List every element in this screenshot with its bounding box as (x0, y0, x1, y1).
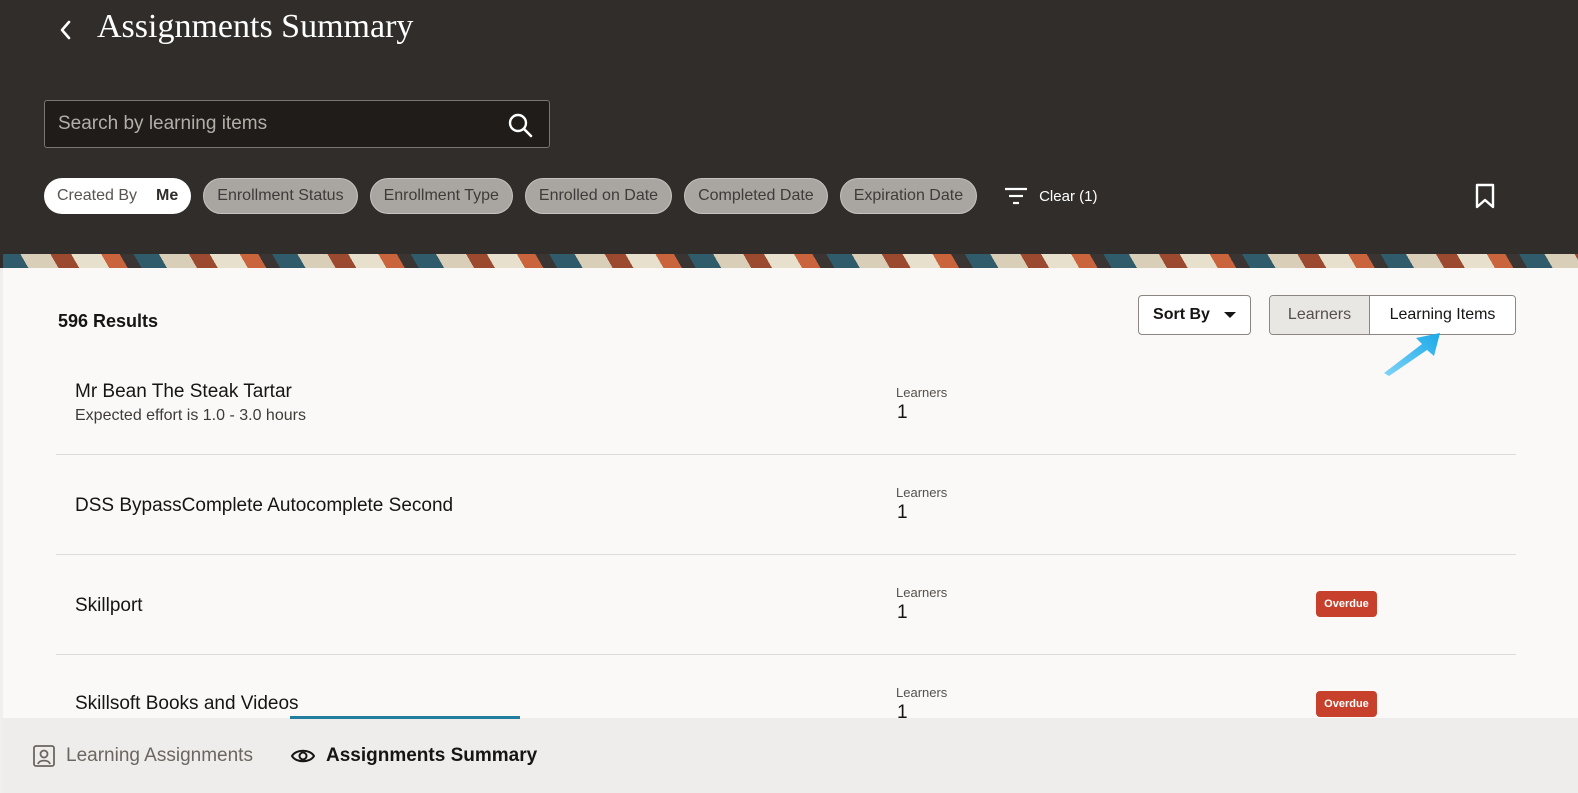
item-title[interactable]: Skillport (75, 595, 143, 617)
list-item[interactable]: Skillport Learners 1 Overdue (56, 555, 1516, 655)
chip-completed-date[interactable]: Completed Date (684, 178, 828, 214)
learners-label: Learners (896, 385, 948, 400)
chip-value: Me (156, 187, 179, 204)
page-title: Assignments Summary (97, 8, 414, 45)
chip-expiration-date[interactable]: Expiration Date (839, 178, 978, 214)
bottom-navigation: Learning Assignments Assignments Summary (3, 716, 1578, 793)
search-icon[interactable] (507, 112, 533, 138)
clear-filters-label: Clear (1) (1039, 187, 1098, 205)
chip-enrolled-on-date[interactable]: Enrolled on Date (524, 178, 673, 214)
learners-label: Learners (896, 485, 948, 500)
status-badge: Overdue (1316, 691, 1377, 717)
results-panel: 596 Results Sort By Learners Learning It… (3, 268, 1578, 723)
page-header: Assignments Summary Created By Me Enroll… (0, 0, 1578, 268)
learning-items-list: Mr Bean The Steak Tartar Expected effort… (56, 355, 1516, 755)
learners-label: Learners (896, 685, 948, 700)
chip-label: Created By (57, 187, 138, 204)
learners-count: 1 (897, 602, 908, 623)
bookmark-icon[interactable] (1474, 183, 1496, 209)
clear-filters-button[interactable]: Clear (1) (1003, 185, 1097, 207)
item-title[interactable]: Skillsoft Books and Videos (75, 693, 299, 715)
filter-icon (1005, 187, 1028, 205)
list-item[interactable]: Mr Bean The Steak Tartar Expected effort… (56, 355, 1516, 455)
nav-assignments-summary[interactable]: Assignments Summary (290, 718, 537, 793)
eye-icon (290, 749, 316, 762)
decorative-banner (3, 254, 1578, 268)
chevron-left-icon (60, 20, 71, 40)
chip-enrollment-status[interactable]: Enrollment Status (203, 178, 358, 214)
search-box (44, 100, 550, 148)
nav-label: Learning Assignments (66, 744, 253, 766)
item-subtitle: Expected effort is 1.0 - 3.0 hours (75, 407, 306, 424)
learners-label: Learners (896, 585, 948, 600)
item-title[interactable]: DSS BypassComplete Autocomplete Second (75, 495, 453, 517)
list-item[interactable]: DSS BypassComplete Autocomplete Second L… (56, 455, 1516, 555)
chip-created-by[interactable]: Created By Me (44, 178, 192, 214)
filter-chips: Created By Me Enrollment Status Enrollme… (44, 178, 1097, 214)
back-button[interactable] (50, 12, 80, 48)
learners-count: 1 (897, 402, 908, 423)
search-input[interactable] (58, 101, 498, 147)
nav-learning-assignments[interactable]: Learning Assignments (32, 718, 253, 793)
item-title[interactable]: Mr Bean The Steak Tartar (75, 381, 292, 403)
chip-enrollment-type[interactable]: Enrollment Type (369, 178, 513, 214)
caret-down-icon (1223, 312, 1236, 318)
nav-label: Assignments Summary (326, 744, 538, 766)
person-card-icon (33, 744, 55, 767)
learners-count: 1 (897, 502, 908, 523)
results-count: 596 Results (58, 311, 159, 331)
toggle-learners[interactable]: Learners (1270, 296, 1370, 334)
sort-by-button[interactable]: Sort By (1138, 295, 1251, 335)
sort-by-label: Sort By (1153, 306, 1210, 323)
status-badge: Overdue (1316, 591, 1377, 617)
